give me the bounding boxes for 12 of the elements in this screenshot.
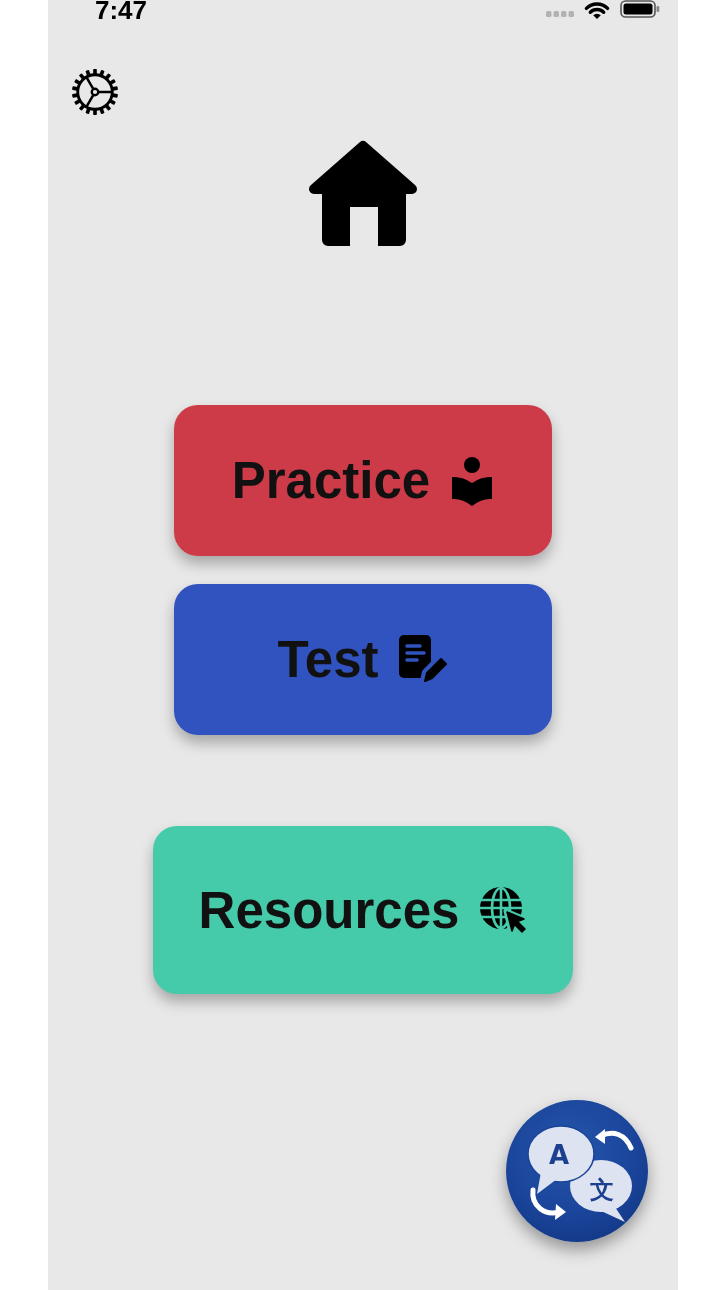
settings-icon[interactable]	[71, 68, 119, 116]
wifi-icon	[583, 0, 611, 19]
battery-icon	[620, 0, 660, 18]
signal-icon	[546, 11, 574, 17]
status-time: 7:47	[95, 0, 148, 20]
translate-button[interactable]: A 文	[506, 1100, 648, 1242]
document-edit-icon	[398, 634, 449, 685]
globe-cursor-icon	[479, 886, 528, 934]
home-icon	[308, 140, 418, 246]
reading-person-icon	[450, 455, 495, 506]
practice-button[interactable]: Practice	[174, 405, 552, 556]
resources-button[interactable]: Resources	[153, 826, 573, 994]
